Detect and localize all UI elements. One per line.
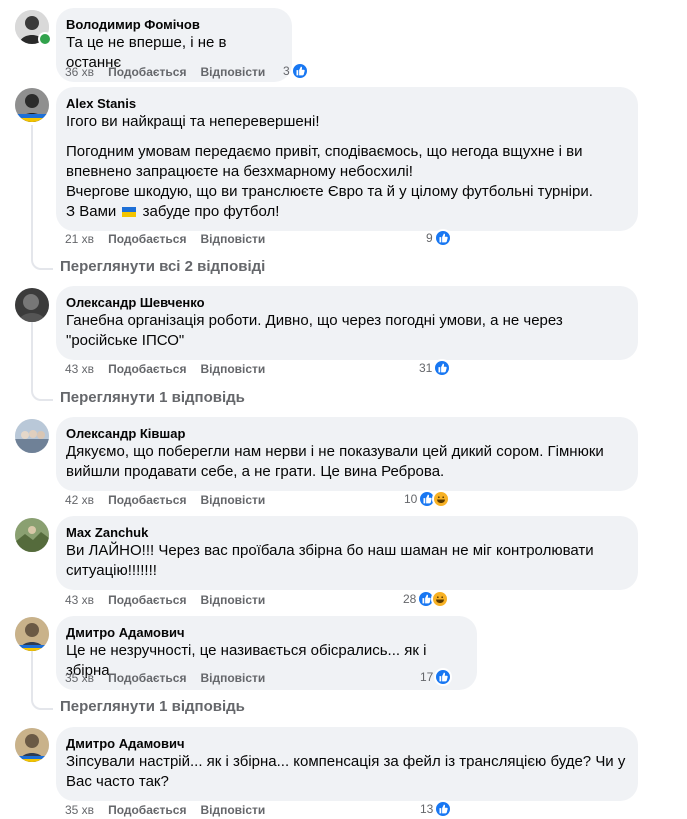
reaction-count[interactable]: 31	[419, 359, 452, 377]
online-status-icon	[38, 32, 52, 46]
comment-actions: 35 хв Подобається Відповісти	[65, 670, 265, 686]
avatar[interactable]	[15, 288, 49, 322]
like-button[interactable]: Подобається	[108, 64, 186, 80]
comment-author[interactable]: Дмитро Адамович	[66, 624, 465, 641]
comment-actions: 35 хв Подобається Відповісти	[65, 802, 265, 818]
comment-time[interactable]: 42 хв	[65, 492, 94, 508]
avatar[interactable]	[15, 88, 49, 122]
comment-time[interactable]: 21 хв	[65, 231, 94, 247]
comment-actions: 43 хв Подобається Відповісти	[65, 361, 265, 377]
comment-bubble: Alex Stanis Ігого ви найкращі та неперев…	[56, 87, 638, 231]
avatar[interactable]	[15, 419, 49, 453]
comment-author[interactable]: Alex Stanis	[66, 95, 626, 112]
reply-button[interactable]: Відповісти	[200, 802, 265, 818]
comment-bubble: Олександр Шевченко Ганебна організація р…	[56, 286, 638, 360]
comment-actions: 21 хв Подобається Відповісти	[65, 231, 265, 247]
like-button[interactable]: Подобається	[108, 231, 186, 247]
comment-actions: 36 хв Подобається Відповісти	[65, 64, 265, 80]
comment-text: Ігого ви найкращі та неперевершені! Пого…	[66, 113, 593, 220]
reaction-count[interactable]: 17	[420, 668, 453, 686]
thread-curve	[31, 385, 53, 401]
reaction-count[interactable]: 28	[403, 590, 450, 608]
comment-text: Ви ЛАЙНО!!! Через вас проїбала збірна бо…	[66, 542, 594, 579]
comment-bubble: Дмитро Адамович Зіпсували настрій... як …	[56, 727, 638, 801]
reply-button[interactable]: Відповісти	[200, 231, 265, 247]
comment-author[interactable]: Max Zanchuk	[66, 524, 626, 541]
thread-line	[31, 125, 33, 255]
comment-bubble: Max Zanchuk Ви ЛАЙНО!!! Через вас проїба…	[56, 516, 638, 590]
like-icon	[433, 359, 452, 377]
like-button[interactable]: Подобається	[108, 492, 186, 508]
comment-bubble: Олександр Ківшар Дякуємо, що поберегли н…	[56, 417, 638, 491]
comment-time[interactable]: 35 хв	[65, 670, 94, 686]
avatar[interactable]	[15, 617, 49, 651]
comment-author[interactable]: Олександр Шевченко	[66, 294, 626, 311]
reply-button[interactable]: Відповісти	[200, 64, 265, 80]
thread-line	[31, 651, 33, 695]
ukraine-flag-icon	[122, 207, 137, 217]
haha-icon	[431, 590, 450, 608]
reply-button[interactable]: Відповісти	[200, 361, 265, 377]
like-button[interactable]: Подобається	[108, 361, 186, 377]
reaction-count[interactable]: 9	[426, 229, 452, 247]
comment-text: Дякуємо, що поберегли нам нерви і не пок…	[66, 443, 604, 480]
thread-line	[31, 322, 33, 386]
comment-actions: 42 хв Подобається Відповісти	[65, 492, 265, 508]
comment-author[interactable]: Олександр Ківшар	[66, 425, 626, 442]
reaction-count[interactable]: 3	[283, 62, 309, 80]
comment-time[interactable]: 35 хв	[65, 802, 94, 818]
reply-button[interactable]: Відповісти	[200, 592, 265, 608]
reaction-count[interactable]: 13	[420, 800, 453, 818]
like-button[interactable]: Подобається	[108, 802, 186, 818]
comment-author[interactable]: Дмитро Адамович	[66, 735, 626, 752]
like-icon	[434, 800, 453, 818]
view-replies-link[interactable]: Переглянути всі 2 відповіді	[60, 257, 265, 277]
haha-icon	[432, 490, 451, 508]
like-icon	[290, 62, 309, 80]
view-replies-link[interactable]: Переглянути 1 відповідь	[60, 388, 245, 408]
comment-time[interactable]: 43 хв	[65, 361, 94, 377]
comment-time[interactable]: 36 хв	[65, 64, 94, 80]
comment-text: Зіпсували настрій... як і збірна... комп…	[66, 753, 626, 790]
avatar[interactable]	[15, 728, 49, 762]
comment-time[interactable]: 43 хв	[65, 592, 94, 608]
reply-button[interactable]: Відповісти	[200, 670, 265, 686]
reply-button[interactable]: Відповісти	[200, 492, 265, 508]
like-button[interactable]: Подобається	[108, 592, 186, 608]
thread-curve	[31, 694, 53, 710]
thread-curve	[31, 254, 53, 270]
like-button[interactable]: Подобається	[108, 670, 186, 686]
like-icon	[433, 229, 452, 247]
like-icon	[434, 668, 453, 686]
avatar[interactable]	[15, 518, 49, 552]
comment-author[interactable]: Володимир Фомічов	[66, 16, 280, 33]
comment-text: Ганебна організація роботи. Дивно, що че…	[66, 312, 563, 349]
view-replies-link[interactable]: Переглянути 1 відповідь	[60, 697, 245, 717]
comment-actions: 43 хв Подобається Відповісти	[65, 592, 265, 608]
reaction-count[interactable]: 10	[404, 490, 451, 508]
